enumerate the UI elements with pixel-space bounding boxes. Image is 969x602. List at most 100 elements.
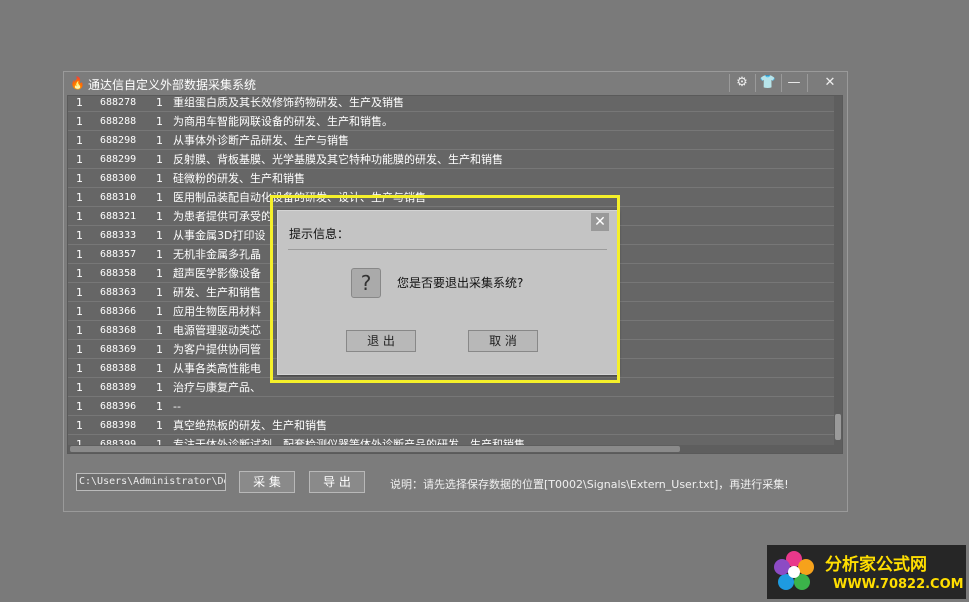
cell-code: 688298 <box>100 135 137 146</box>
cell-flag: 1 <box>156 191 163 204</box>
cell-market: 1 <box>76 210 83 223</box>
cell-flag: 1 <box>156 96 163 109</box>
cell-description: 为患者提供可承受的 <box>173 210 272 223</box>
table-row[interactable]: 1 688288 1 为商用车智能网联设备的研发、生产和销售。 <box>68 112 836 131</box>
dialog-divider <box>288 249 607 250</box>
table-row[interactable]: 1 688310 1 医用制品装配自动化设备的研发、设计、生产与销售 <box>68 188 836 207</box>
table-row[interactable]: 1 688299 1 反射膜、背板基膜、光学基膜及其它特种功能膜的研发、生产和销售 <box>68 150 836 169</box>
cell-flag: 1 <box>156 267 163 280</box>
exit-button[interactable]: 退 出 <box>346 330 416 352</box>
horizontal-scrollbar[interactable] <box>68 445 836 453</box>
cell-code: 688357 <box>100 249 137 260</box>
cell-market: 1 <box>76 248 83 261</box>
cell-description: -- <box>173 400 181 413</box>
question-icon: ? <box>351 268 381 298</box>
cell-flag: 1 <box>156 305 163 318</box>
table-row[interactable]: 1 688389 1 治疗与康复产品、 <box>68 378 836 397</box>
cell-code: 688363 <box>100 287 137 298</box>
cell-flag: 1 <box>156 134 163 147</box>
cell-flag: 1 <box>156 419 163 432</box>
cell-market: 1 <box>76 400 83 413</box>
gear-icon[interactable]: ⚙ <box>731 74 753 92</box>
cell-flag: 1 <box>156 286 163 299</box>
cell-description: 重组蛋白质及其长效修饰药物研发、生产及销售 <box>173 96 404 109</box>
cell-description: 硅微粉的研发、生产和销售 <box>173 172 305 185</box>
table-row[interactable]: 1 688278 1 重组蛋白质及其长效修饰药物研发、生产及销售 <box>68 96 836 112</box>
cell-code: 688396 <box>100 401 137 412</box>
watermark-title: 分析家公式网 <box>825 555 927 575</box>
cell-description: 反射膜、背板基膜、光学基膜及其它特种功能膜的研发、生产和销售 <box>173 153 503 166</box>
table-row[interactable]: 1 688300 1 硅微粉的研发、生产和销售 <box>68 169 836 188</box>
vertical-scroll-thumb[interactable] <box>835 414 841 440</box>
cell-description: 真空绝热板的研发、生产和销售 <box>173 419 327 432</box>
cell-code: 688389 <box>100 382 137 393</box>
cell-code: 688300 <box>100 173 137 184</box>
cell-description: 从事金属3D打印设 <box>173 229 266 242</box>
close-icon[interactable]: ✕ <box>591 213 609 231</box>
cell-market: 1 <box>76 267 83 280</box>
cell-description: 为客户提供协同管 <box>173 343 261 356</box>
cell-code: 688288 <box>100 116 137 127</box>
export-button[interactable]: 导 出 <box>309 471 365 493</box>
cancel-button[interactable]: 取 消 <box>468 330 538 352</box>
horizontal-scroll-thumb[interactable] <box>70 446 680 452</box>
dialog-message: 您是否要退出采集系统? <box>397 276 524 290</box>
titlebar-divider <box>781 74 782 92</box>
cell-market: 1 <box>76 153 83 166</box>
table-row[interactable]: 1 688396 1 -- <box>68 397 836 416</box>
window-title: 通达信自定义外部数据采集系统 <box>88 78 257 92</box>
cell-flag: 1 <box>156 362 163 375</box>
bottom-toolbar: C:\Users\Administrator\Desktop 采 集 导 出 说… <box>64 460 847 510</box>
cell-code: 688278 <box>100 97 137 108</box>
vertical-scrollbar[interactable] <box>834 96 842 453</box>
cell-market: 1 <box>76 381 83 394</box>
cell-flag: 1 <box>156 248 163 261</box>
cell-code: 688310 <box>100 192 137 203</box>
cell-description: 超声医学影像设备 <box>173 267 261 280</box>
collect-button[interactable]: 采 集 <box>239 471 295 493</box>
cell-description: 无机非金属多孔晶 <box>173 248 261 261</box>
exit-confirm-dialog: 提示信息： ✕ ? 您是否要退出采集系统? 退 出 取 消 <box>277 210 618 375</box>
cell-flag: 1 <box>156 172 163 185</box>
cell-flag: 1 <box>156 381 163 394</box>
flame-icon: 🔥 <box>70 76 85 90</box>
cell-code: 688388 <box>100 363 137 374</box>
cell-market: 1 <box>76 134 83 147</box>
cell-description: 研发、生产和销售 <box>173 286 261 299</box>
table-row[interactable]: 1 688398 1 真空绝热板的研发、生产和销售 <box>68 416 836 435</box>
instruction-note: 说明：请先选择保存数据的位置[T0002\Signals\Extern_User… <box>390 478 789 491</box>
cell-market: 1 <box>76 419 83 432</box>
cell-description: 医用制品装配自动化设备的研发、设计、生产与销售 <box>173 191 426 204</box>
cell-code: 688321 <box>100 211 137 222</box>
cell-flag: 1 <box>156 115 163 128</box>
cell-market: 1 <box>76 362 83 375</box>
titlebar-divider <box>729 74 730 92</box>
titlebar-divider <box>755 74 756 92</box>
cell-flag: 1 <box>156 400 163 413</box>
shirt-icon[interactable]: 👕 <box>757 74 779 92</box>
dialog-title: 提示信息： <box>289 227 350 241</box>
close-icon[interactable]: ✕ <box>819 74 841 92</box>
cell-code: 688358 <box>100 268 137 279</box>
table-row[interactable]: 1 688298 1 从事体外诊断产品研发、生产与销售 <box>68 131 836 150</box>
minimize-icon[interactable]: — <box>783 74 805 92</box>
cell-flag: 1 <box>156 324 163 337</box>
cell-code: 688366 <box>100 306 137 317</box>
cell-market: 1 <box>76 324 83 337</box>
cell-description: 从事体外诊断产品研发、生产与销售 <box>173 134 349 147</box>
cell-code: 688299 <box>100 154 137 165</box>
cell-market: 1 <box>76 229 83 242</box>
watermark-logo: 分析家公式网 WWW.70822.COM <box>767 545 966 599</box>
cell-market: 1 <box>76 115 83 128</box>
title-bar[interactable]: 🔥 通达信自定义外部数据采集系统 ⚙ 👕 — ✕ <box>64 72 847 94</box>
cell-market: 1 <box>76 172 83 185</box>
watermark-url: WWW.70822.COM <box>833 577 964 592</box>
save-path-input[interactable]: C:\Users\Administrator\Desktop <box>76 473 226 491</box>
titlebar-divider <box>807 74 808 92</box>
cell-code: 688398 <box>100 420 137 431</box>
cell-flag: 1 <box>156 210 163 223</box>
cell-code: 688368 <box>100 325 137 336</box>
flower-logo-icon <box>774 551 814 590</box>
cell-market: 1 <box>76 191 83 204</box>
cell-description: 从事各类高性能电 <box>173 362 261 375</box>
